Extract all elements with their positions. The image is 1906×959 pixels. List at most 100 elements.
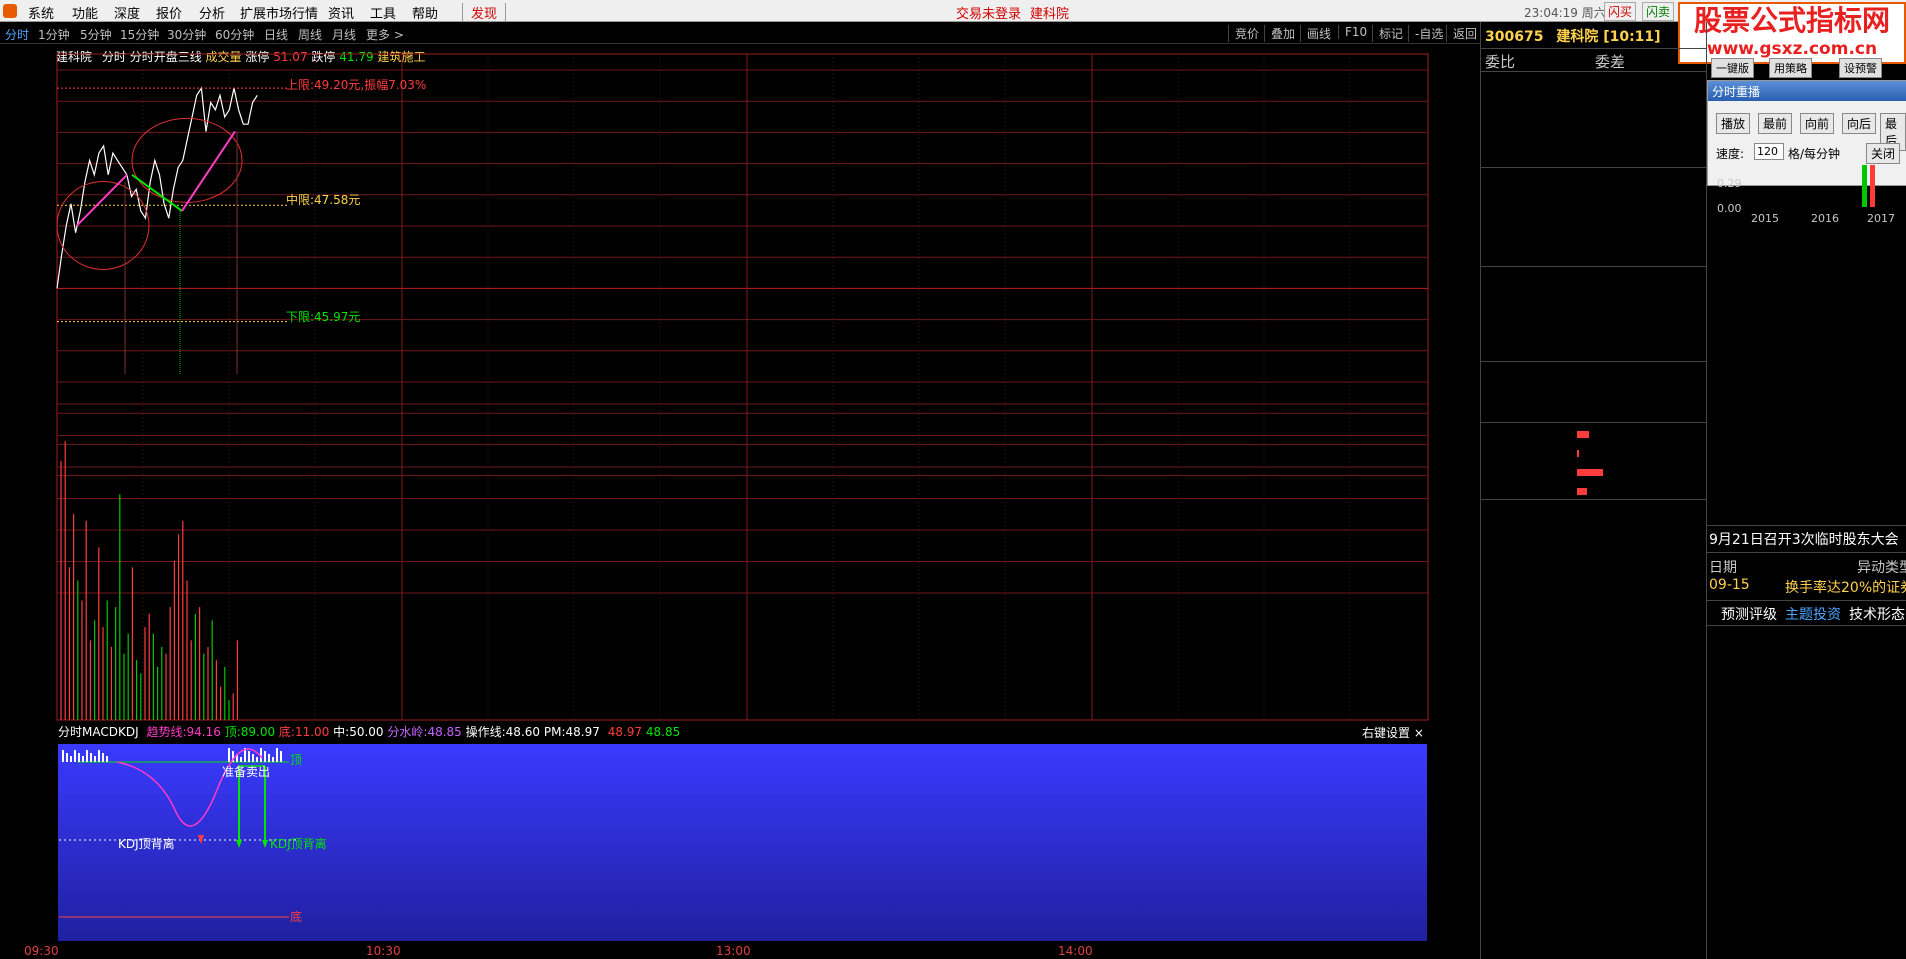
- menu-tools[interactable]: 工具: [370, 3, 396, 22]
- tick-row[interactable]: [1481, 773, 1706, 791]
- tick-row[interactable]: [1481, 719, 1706, 737]
- tool-f10[interactable]: F10: [1338, 25, 1367, 39]
- f10-tab-rating[interactable]: 预测评级: [1721, 604, 1777, 624]
- quote-weicha-label: 委差: [1595, 53, 1626, 71]
- tool-draw-line[interactable]: 画线: [1300, 25, 1331, 42]
- menu-news[interactable]: 资讯: [328, 3, 354, 22]
- period-tab-30min[interactable]: 30分钟: [167, 26, 206, 43]
- chart-canvas[interactable]: [0, 44, 1480, 959]
- indicator-v1: 48.97: [607, 725, 643, 739]
- quote-time: [10:11]: [1603, 29, 1661, 45]
- indicator-kdj-label-2: KDJ顶背离: [270, 837, 327, 851]
- trade-login-status[interactable]: 交易未登录: [956, 3, 1021, 22]
- tick-row[interactable]: [1481, 881, 1706, 899]
- tick-row[interactable]: [1481, 917, 1706, 935]
- f10-tab-pattern[interactable]: 技术形态: [1849, 604, 1905, 624]
- menu-function[interactable]: 功能: [72, 3, 98, 22]
- one-key-button[interactable]: 一键版: [1711, 58, 1754, 78]
- tick-row[interactable]: [1481, 521, 1706, 539]
- replay-speed-input[interactable]: 120: [1754, 143, 1784, 160]
- tool-mark[interactable]: 标记: [1372, 25, 1403, 42]
- period-tab-60min[interactable]: 60分钟: [215, 26, 254, 43]
- tick-row[interactable]: [1481, 701, 1706, 719]
- tool-watchlist[interactable]: -自选: [1408, 25, 1443, 42]
- middle-limit-label: 中限:47.58元: [286, 193, 361, 207]
- intraday-chart-area[interactable]: 建科院 分时 分时开盘三线 成交量 涨停 51.07 跌停 41.79 建筑施工…: [0, 44, 1480, 959]
- upper-limit-label: 上限:49.20元,振幅7.03%: [286, 78, 427, 92]
- tick-row[interactable]: [1481, 935, 1706, 953]
- tick-row[interactable]: [1481, 863, 1706, 881]
- quick-sell-button[interactable]: 闪卖: [1642, 2, 1675, 21]
- tick-row[interactable]: [1481, 575, 1706, 593]
- menu-depth[interactable]: 深度: [114, 3, 140, 22]
- tick-row[interactable]: [1481, 791, 1706, 809]
- tool-overlay[interactable]: 叠加: [1264, 25, 1295, 42]
- f10-tab-theme[interactable]: 主题投资: [1785, 604, 1841, 624]
- title-stock-name: 建科院: [1030, 7, 1070, 22]
- tick-row[interactable]: [1481, 557, 1706, 575]
- menu-system[interactable]: 系统: [28, 3, 54, 22]
- tick-row[interactable]: [1481, 845, 1706, 863]
- theme-item[interactable]: [1709, 630, 1905, 650]
- theme-item[interactable]: [1709, 730, 1905, 750]
- tick-row[interactable]: [1481, 503, 1706, 521]
- tick-row[interactable]: [1481, 809, 1706, 827]
- indicator-op-label: 操作线:: [465, 725, 506, 739]
- menu-discover[interactable]: 发现: [462, 3, 507, 22]
- tick-row[interactable]: [1481, 629, 1706, 647]
- period-tab-daily[interactable]: 日线: [264, 26, 288, 43]
- quick-buy-button[interactable]: 闪买: [1604, 2, 1637, 21]
- tick-row[interactable]: [1481, 647, 1706, 665]
- alert-button[interactable]: 设预警: [1839, 58, 1882, 78]
- quote-weibi-label: 委比: [1485, 53, 1516, 71]
- menu-quote[interactable]: 报价: [156, 3, 182, 22]
- clock: 23:04:19 周六: [1524, 6, 1606, 20]
- period-tab-monthly[interactable]: 月线: [332, 26, 356, 43]
- indicator-top-value: 89.00: [240, 725, 276, 739]
- menu-extended-market[interactable]: 扩展市场行情: [240, 3, 318, 22]
- replay-first-button[interactable]: 最前: [1758, 113, 1793, 134]
- annotation-ellipse-2: [131, 117, 243, 203]
- replay-play-button[interactable]: 播放: [1716, 113, 1751, 134]
- tick-row[interactable]: [1481, 593, 1706, 611]
- period-tab-weekly[interactable]: 周线: [298, 26, 322, 43]
- menu-bar: 系统 功能 深度 报价 分析 扩展市场行情 资讯 工具 帮助 发现 交易未登录 …: [0, 0, 1906, 22]
- quote-code: 300675: [1485, 29, 1544, 45]
- indicator-op-value: 48.60: [505, 725, 541, 739]
- period-tab-1min[interactable]: 1分钟: [38, 26, 70, 43]
- indicator-trend-value: 94.16: [186, 725, 221, 739]
- indicator-settings[interactable]: 右键设置 ×: [1362, 724, 1424, 741]
- tick-row[interactable]: [1481, 683, 1706, 701]
- tick-row[interactable]: [1481, 899, 1706, 917]
- price-line: [56, 86, 258, 289]
- indicator-pm-value: 48.97: [565, 725, 600, 739]
- replay-close-button[interactable]: 关闭: [1866, 143, 1901, 164]
- f10-event-text[interactable]: 换手率达20%的证券: [1785, 577, 1906, 597]
- tick-row[interactable]: [1481, 665, 1706, 683]
- fund-flow-bar: [1577, 431, 1589, 438]
- strategy-button[interactable]: 用策略: [1769, 58, 1812, 78]
- replay-prev-button[interactable]: 向前: [1800, 113, 1835, 134]
- tick-row[interactable]: [1481, 755, 1706, 773]
- indicator-bottom-label: 底:: [278, 725, 295, 739]
- replay-next-button[interactable]: 向后: [1842, 113, 1877, 134]
- menu-help[interactable]: 帮助: [412, 3, 438, 22]
- theme-item[interactable]: [1709, 690, 1905, 710]
- f10-event-date: 09-15: [1709, 577, 1750, 593]
- tick-row[interactable]: [1481, 737, 1706, 755]
- period-tab-timeshare[interactable]: 分时: [5, 26, 29, 43]
- price-panel-frame: [56, 53, 1429, 721]
- period-tab-5min[interactable]: 5分钟: [80, 26, 112, 43]
- tick-row[interactable]: [1481, 539, 1706, 557]
- period-tab-more[interactable]: 更多 >: [366, 26, 404, 43]
- indicator-mid-value: 50.00: [349, 725, 384, 739]
- period-tab-15min[interactable]: 15分钟: [120, 26, 159, 43]
- replay-speed-unit: 格/每分钟: [1788, 147, 1841, 161]
- tool-auction[interactable]: 竞价: [1228, 25, 1259, 42]
- tick-row[interactable]: [1481, 611, 1706, 629]
- f10-notice[interactable]: 9月21日召开3次临时股东大会: [1709, 529, 1899, 549]
- tick-row[interactable]: [1481, 827, 1706, 845]
- tool-back[interactable]: 返回: [1446, 25, 1477, 42]
- indicator-v2: 48.85: [645, 725, 681, 739]
- menu-analysis[interactable]: 分析: [199, 3, 225, 22]
